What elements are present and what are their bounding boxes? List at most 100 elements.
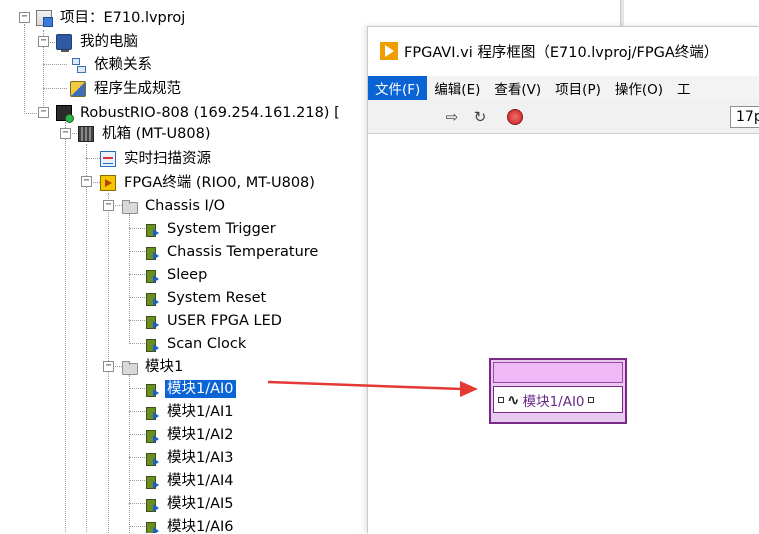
tree-item-label: 程序生成规范 <box>94 80 181 97</box>
tree-item-module1-ai0[interactable]: 模块1/AI0 <box>143 377 236 400</box>
fpga-target-icon <box>100 174 116 191</box>
diagram-canvas[interactable]: ∿ 模块1/AI0 <box>368 135 759 534</box>
fpga-io-icon <box>143 404 159 420</box>
block-diagram-window: FPGAVI.vi 程序框图（E710.lvproj/FPGA终端） 文件(F)… <box>367 26 759 534</box>
tree-item-label: 模块1/AI5 <box>167 495 234 512</box>
fpga-io-icon <box>143 313 159 329</box>
fpga-io-icon <box>143 290 159 306</box>
tree-item-module1-ai4[interactable]: 模块1/AI4 <box>143 469 236 492</box>
io-node-header <box>493 362 623 383</box>
collapse-target-toggle[interactable]: − <box>38 107 49 118</box>
tree-item-system-reset[interactable]: System Reset <box>143 286 268 309</box>
menu-edit[interactable]: 编辑(E) <box>427 76 487 100</box>
window-title: FPGAVI.vi 程序框图（E710.lvproj/FPGA终端） <box>404 44 719 61</box>
folder-icon <box>121 359 138 375</box>
tree-item-label: Sleep <box>167 266 208 283</box>
collapse-my-computer-toggle[interactable]: − <box>38 36 49 47</box>
menu-tools[interactable]: 工 <box>670 76 698 100</box>
abort-execution-button[interactable] <box>507 109 523 125</box>
tree-item-label: 模块1/AI4 <box>167 472 234 489</box>
tree-item-label: Chassis Temperature <box>167 243 319 260</box>
tree-item-label: Chassis I/O <box>145 197 226 214</box>
fpga-io-icon <box>143 427 159 443</box>
fpga-io-icon <box>143 519 159 533</box>
tree-item-chassis-temperature[interactable]: Chassis Temperature <box>143 240 320 263</box>
fpga-io-icon <box>143 244 159 260</box>
toolbar: ⇨ ↻ 17p <box>368 100 759 134</box>
tree-item-module1-ai6[interactable]: 模块1/AI6 <box>143 515 236 533</box>
run-continuously-icon[interactable]: ↻ <box>471 108 489 126</box>
text-settings-dropdown[interactable]: 17p <box>730 106 759 128</box>
dependencies-icon <box>70 57 86 73</box>
waveform-icon: ∿ <box>507 390 520 409</box>
tree-item-label: Scan Clock <box>167 335 247 352</box>
rio-target-icon <box>56 104 74 123</box>
io-node-item[interactable]: ∿ 模块1/AI0 <box>493 386 623 413</box>
terminal-right-icon <box>587 396 594 403</box>
tree-item-label: 项目：E710.lvproj <box>60 9 186 26</box>
collapse-module1-toggle[interactable]: − <box>103 361 114 372</box>
tree-item-label: FPGA终端 (RIO0, MT-U808) <box>124 174 315 191</box>
computer-icon <box>56 33 72 52</box>
window-title-bar[interactable]: FPGAVI.vi 程序框图（E710.lvproj/FPGA终端） <box>368 27 759 75</box>
tree-item-label: 实时扫描资源 <box>124 150 211 167</box>
tree-item-module1-ai1[interactable]: 模块1/AI1 <box>143 400 236 423</box>
tree-item-scan-clock[interactable]: Scan Clock <box>143 332 248 355</box>
scan-engine-icon <box>100 150 116 167</box>
labview-vi-icon <box>380 42 398 60</box>
tree-item-label: 模块1/AI6 <box>167 518 234 534</box>
menu-bar: 文件(F) 编辑(E) 查看(V) 项目(P) 操作(O) 工 <box>368 76 759 100</box>
tree-item-fpga-target[interactable]: FPGA终端 (RIO0, MT-U808) <box>100 171 317 194</box>
collapse-chassis-io-toggle[interactable]: − <box>103 200 114 211</box>
tree-item-scan-resources[interactable]: 实时扫描资源 <box>100 147 213 170</box>
fpga-io-icon <box>143 496 159 512</box>
menu-operate[interactable]: 操作(O) <box>608 76 670 100</box>
fpga-io-icon <box>143 450 159 466</box>
tree-item-my-computer[interactable]: 我的电脑 <box>56 30 140 53</box>
tree-item-label: 机箱 (MT-U808) <box>102 125 211 142</box>
tree-item-label: USER FPGA LED <box>167 312 282 329</box>
tree-item-chassis[interactable]: 机箱 (MT-U808) <box>78 122 212 145</box>
tree-item-module1-ai3[interactable]: 模块1/AI3 <box>143 446 236 469</box>
io-node-label: 模块1/AI0 <box>522 393 585 410</box>
tree-item-user-fpga-led[interactable]: USER FPGA LED <box>143 309 284 332</box>
tree-item-label: System Trigger <box>167 220 276 237</box>
tree-item-label: 模块1/AI2 <box>167 426 234 443</box>
run-arrow-icon[interactable]: ⇨ <box>443 108 461 126</box>
tree-item-target[interactable]: RobustRIO-808 (169.254.161.218) [ <box>56 101 342 124</box>
project-icon <box>36 9 53 27</box>
tree-item-project[interactable]: 项目：E710.lvproj <box>36 6 187 29</box>
fpga-io-icon <box>143 336 159 352</box>
fpga-io-node[interactable]: ∿ 模块1/AI0 <box>489 358 627 424</box>
tree-item-label: 模块1/AI3 <box>167 449 234 466</box>
collapse-fpga-target-toggle[interactable]: − <box>81 176 92 187</box>
tree-item-system-trigger[interactable]: System Trigger <box>143 217 278 240</box>
chassis-icon <box>78 125 94 142</box>
menu-view[interactable]: 查看(V) <box>487 76 548 100</box>
tree-item-module1-ai2[interactable]: 模块1/AI2 <box>143 423 236 446</box>
tree-item-module1-ai5[interactable]: 模块1/AI5 <box>143 492 236 515</box>
tree-item-sleep[interactable]: Sleep <box>143 263 209 286</box>
tree-item-chassis-io[interactable]: Chassis I/O <box>121 194 227 217</box>
fpga-io-icon <box>143 221 159 237</box>
tree-item-label: 依赖关系 <box>94 56 152 73</box>
collapse-project-toggle[interactable]: − <box>19 12 30 23</box>
tree-item-label: 模块1/AI1 <box>167 403 234 420</box>
terminal-left-icon <box>498 396 504 403</box>
tree-item-dependencies[interactable]: 依赖关系 <box>70 53 154 76</box>
tree-item-label: 模块1 <box>145 358 184 375</box>
tree-item-module1[interactable]: 模块1 <box>121 355 185 378</box>
fpga-io-icon <box>143 381 159 397</box>
tree-item-label: RobustRIO-808 (169.254.161.218) [ <box>80 104 340 121</box>
tree-item-label: 模块1/AI0 <box>165 379 236 398</box>
menu-project[interactable]: 项目(P) <box>548 76 608 100</box>
folder-icon <box>121 198 138 214</box>
fpga-io-icon <box>143 267 159 283</box>
menu-file[interactable]: 文件(F) <box>368 76 428 100</box>
tree-item-label: 我的电脑 <box>80 33 138 50</box>
tree-item-label: System Reset <box>167 289 267 306</box>
collapse-chassis-toggle[interactable]: − <box>60 128 71 139</box>
fpga-io-icon <box>143 473 159 489</box>
build-specifications-icon <box>70 80 86 97</box>
tree-item-build-specs[interactable]: 程序生成规范 <box>70 77 183 100</box>
